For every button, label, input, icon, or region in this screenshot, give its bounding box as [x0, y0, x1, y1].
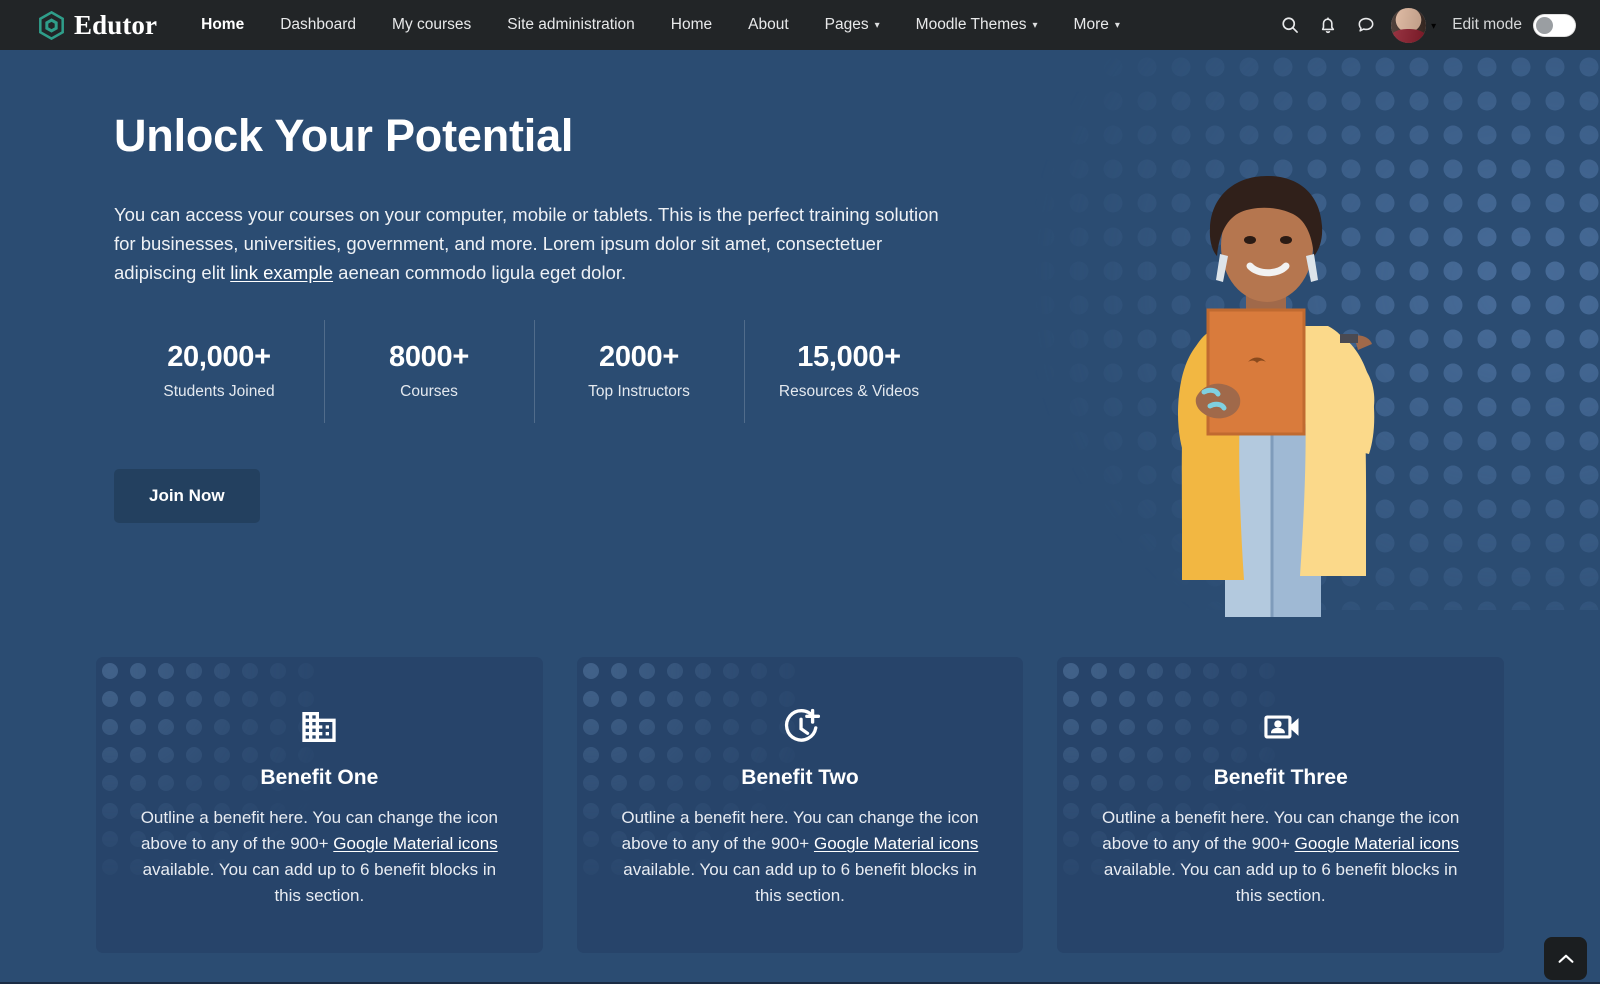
- benefit-card-content: Benefit Two Outline a benefit here. You …: [611, 705, 990, 909]
- benefit-card-title: Benefit Two: [741, 766, 859, 789]
- stat-label: Courses: [400, 382, 458, 400]
- hero-paragraph: You can access your courses on your comp…: [114, 200, 950, 287]
- user-menu[interactable]: ▾: [1391, 7, 1437, 43]
- stat-courses: 8000+ Courses: [324, 319, 534, 424]
- benefit-card-two: Benefit Two Outline a benefit here. You …: [576, 657, 1024, 954]
- primary-nav: Home Dashboard My courses Site administr…: [183, 10, 1271, 41]
- chevron-up-icon: [1558, 954, 1573, 963]
- stat-label: Resources & Videos: [778, 382, 920, 400]
- benefit-card-content: Benefit One Outline a benefit here. You …: [130, 705, 509, 909]
- chat-bubble-icon[interactable]: [1347, 6, 1385, 44]
- benefit-text-after: available. You can add up to 6 benefit b…: [623, 860, 977, 906]
- search-icon[interactable]: [1271, 6, 1309, 44]
- nav-item-site-administration[interactable]: Site administration: [489, 10, 653, 41]
- benefit-card-title: Benefit One: [260, 766, 379, 789]
- join-now-button[interactable]: Join Now: [114, 468, 260, 524]
- navbar-actions: ▾ Edit mode: [1271, 6, 1576, 44]
- benefit-card-three: Benefit Three Outline a benefit here. Yo…: [1057, 657, 1505, 954]
- nav-item-label: Pages: [824, 15, 869, 33]
- top-navbar: Edutor Home Dashboard My courses Site ad…: [0, 0, 1600, 50]
- brand-name: Edutor: [74, 9, 158, 40]
- edit-mode-toggle[interactable]: [1533, 13, 1576, 37]
- stat-label: Top Instructors: [588, 382, 690, 400]
- hero-title: Unlock Your Potential: [114, 110, 574, 161]
- benefit-card-title: Benefit Three: [1213, 766, 1348, 789]
- avatar-shading: [1391, 7, 1427, 43]
- building-apartment-icon: [130, 705, 509, 749]
- hero-inline-link[interactable]: link example: [230, 262, 333, 283]
- chevron-down-icon: ▾: [1032, 20, 1038, 31]
- google-material-icons-link[interactable]: Google Material icons: [1295, 834, 1459, 853]
- nav-item-pages[interactable]: Pages ▾: [807, 10, 898, 41]
- stat-students-joined: 20,000+ Students Joined: [114, 331, 324, 412]
- benefit-card-content: Benefit Three Outline a benefit here. Yo…: [1091, 705, 1470, 909]
- stat-label: Students Joined: [163, 382, 275, 400]
- bell-notification-icon[interactable]: [1309, 6, 1347, 44]
- benefit-text-after: available. You can add up to 6 benefit b…: [142, 860, 497, 906]
- nav-item-about[interactable]: About: [730, 10, 807, 41]
- edit-mode-control: Edit mode: [1452, 13, 1576, 37]
- nav-item-label: Dashboard: [280, 15, 357, 33]
- edit-mode-label: Edit mode: [1452, 16, 1522, 33]
- hero-section: Unlock Your Potential You can access you…: [0, 50, 1600, 617]
- stat-top-instructors: 2000+ Top Instructors: [534, 319, 744, 424]
- hero-content: Unlock Your Potential You can access you…: [0, 50, 1600, 524]
- benefit-card-text: Outline a benefit here. You can change t…: [130, 805, 509, 909]
- stat-value: 8000+: [389, 340, 469, 373]
- video-camera-front-icon: [1091, 705, 1470, 749]
- nav-item-home[interactable]: Home: [183, 10, 262, 41]
- benefit-text-after: available. You can add up to 6 benefit b…: [1103, 860, 1458, 906]
- nav-item-my-courses[interactable]: My courses: [374, 10, 489, 41]
- nav-item-label: Home: [670, 15, 713, 33]
- avatar: [1391, 7, 1427, 43]
- toggle-knob: [1536, 16, 1553, 34]
- nav-item-label: About: [748, 15, 789, 33]
- brand-logo-link[interactable]: Edutor: [38, 9, 158, 40]
- hero-stats: 20,000+ Students Joined 8000+ Courses 20…: [114, 319, 954, 424]
- benefits-section: Benefit One Outline a benefit here. You …: [0, 657, 1600, 954]
- google-material-icons-link[interactable]: Google Material icons: [814, 834, 978, 853]
- chevron-down-icon: ▾: [1114, 20, 1120, 31]
- nav-item-label: My courses: [392, 15, 472, 33]
- nav-item-label: Moodle Themes: [915, 15, 1027, 33]
- nav-item-dashboard[interactable]: Dashboard: [262, 10, 374, 41]
- hexagon-cube-logo-icon: [39, 10, 64, 40]
- scroll-to-top-button[interactable]: [1544, 937, 1587, 980]
- nav-item-label: More: [1073, 15, 1109, 33]
- nav-item-label: Home: [201, 15, 245, 33]
- nav-item-label: Site administration: [507, 15, 635, 33]
- benefit-card-one: Benefit One Outline a benefit here. You …: [96, 657, 543, 954]
- benefit-card-text: Outline a benefit here. You can change t…: [611, 805, 990, 909]
- nav-item-moodle-themes[interactable]: Moodle Themes ▾: [898, 10, 1056, 41]
- stat-value: 2000+: [599, 340, 679, 373]
- stat-value: 20,000+: [167, 340, 271, 373]
- clock-add-time-icon: [611, 705, 990, 749]
- stat-resources-videos: 15,000+ Resources & Videos: [744, 319, 954, 424]
- chevron-down-icon: ▾: [874, 20, 880, 31]
- stat-value: 15,000+: [797, 340, 901, 373]
- chevron-down-icon: ▾: [1431, 20, 1437, 32]
- hero-paragraph-after: aenean commodo ligula eget dolor.: [333, 261, 627, 283]
- benefit-card-text: Outline a benefit here. You can change t…: [1091, 805, 1470, 909]
- nav-item-more[interactable]: More ▾: [1056, 10, 1138, 41]
- google-material-icons-link[interactable]: Google Material icons: [333, 834, 497, 853]
- nav-item-home-secondary[interactable]: Home: [653, 10, 730, 41]
- page-body: Unlock Your Potential You can access you…: [0, 50, 1600, 984]
